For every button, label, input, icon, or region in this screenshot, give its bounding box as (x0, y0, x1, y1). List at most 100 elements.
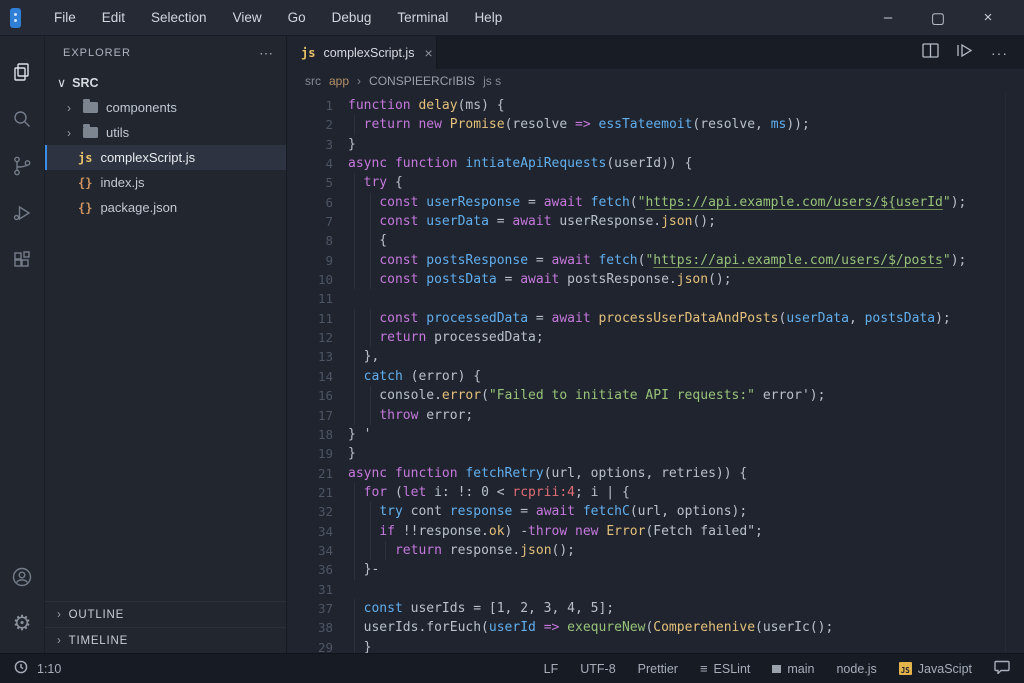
indent-guide (354, 560, 355, 579)
maximize-button[interactable]: ▢ (924, 9, 952, 27)
breadcrumb-segment[interactable]: src (305, 74, 321, 88)
run-debug-icon[interactable] (0, 189, 45, 236)
line-content: async function fetchRetry(url, options, … (348, 464, 747, 483)
tab-close-icon[interactable]: × (424, 45, 432, 61)
indent-guide (354, 173, 355, 192)
code-line[interactable]: 34 return response.json(); (287, 541, 1024, 560)
code-line[interactable]: 19} (287, 444, 1024, 463)
code-line[interactable]: 11 const processedData = await processUs… (287, 309, 1024, 328)
breadcrumb-segment[interactable]: app (329, 74, 349, 88)
line-number: 31 (287, 580, 333, 599)
source-control-icon[interactable] (0, 142, 45, 189)
explorer-icon[interactable] (0, 48, 45, 95)
code-line[interactable]: 29 } (287, 638, 1024, 653)
branch-square-icon (772, 665, 781, 673)
indent-guide (370, 270, 371, 289)
tree-item-complexscript-js[interactable]: jscomplexScript.js (45, 145, 286, 170)
code-line[interactable]: 10 const postsData = await postsResponse… (287, 270, 1024, 289)
line-content: userIds.forEuch(userId => exequreNew(Com… (348, 618, 833, 637)
code-line[interactable]: 32 try cont response = await fetchC(url,… (287, 502, 1024, 521)
line-number: 36 (287, 560, 333, 579)
code-line[interactable]: 11 (287, 289, 1024, 308)
status-javascipt[interactable]: JSJavaScipt (899, 662, 972, 676)
tree-item-package-json[interactable]: {}package.json (45, 195, 286, 220)
tree-item-utils[interactable]: ›utils (45, 120, 286, 145)
code-line[interactable]: 18} ' (287, 425, 1024, 444)
extensions-icon[interactable] (0, 236, 45, 283)
status-utf-8[interactable]: UTF-8 (580, 662, 615, 676)
menu-go[interactable]: Go (275, 10, 319, 25)
code-line[interactable]: 21 for (let i: !: 0 < rcprii:4; i | { (287, 483, 1024, 502)
json-braces-icon: {} (78, 176, 92, 190)
code-line[interactable]: 2 return new Promise(resolve => essTatee… (287, 115, 1024, 134)
code-line[interactable]: 3} (287, 135, 1024, 154)
panel-timeline[interactable]: ›TIMELINE (45, 627, 286, 653)
indent-guide (354, 193, 355, 212)
code-line[interactable]: 5 try { (287, 173, 1024, 192)
menu-selection[interactable]: Selection (138, 10, 220, 25)
code-line[interactable]: 7 const userData = await userResponse.js… (287, 212, 1024, 231)
code-line[interactable]: 21async function fetchRetry(url, options… (287, 464, 1024, 483)
code-line[interactable]: 1function delay(ms) { (287, 96, 1024, 115)
code-line[interactable]: 36 }- (287, 560, 1024, 579)
tree-root-src[interactable]: ∨ SRC (45, 70, 286, 95)
editor-more-icon[interactable]: ··· (991, 45, 1008, 61)
code-line[interactable]: 6 const userResponse = await fetch("http… (287, 193, 1024, 212)
indent-guide (354, 406, 355, 425)
code-line[interactable]: 34 if !!response.ok) -throw new Error(Fe… (287, 522, 1024, 541)
code-line[interactable]: 38 userIds.forEuch(userId => exequreNew(… (287, 618, 1024, 637)
explorer-more-icon[interactable]: ⋯ (259, 45, 274, 62)
code-line[interactable]: 13 }, (287, 347, 1024, 366)
code-line[interactable]: 16 console.error("Failed to initiate API… (287, 386, 1024, 405)
code-line[interactable]: 37 const userIds = [1, 2, 3, 4, 5]; (287, 599, 1024, 618)
code-line[interactable]: 14 catch (error) { (287, 367, 1024, 386)
status-label: UTF-8 (580, 662, 615, 676)
line-number: 17 (287, 406, 333, 425)
activity-bar-bottom: ⚙ (0, 553, 45, 653)
code-line[interactable]: 12 return processedData; (287, 328, 1024, 347)
status-feedback[interactable] (994, 660, 1010, 677)
code-line[interactable]: 31 (287, 580, 1024, 599)
app-logo-icon (10, 8, 21, 28)
menu-terminal[interactable]: Terminal (384, 10, 461, 25)
menu-edit[interactable]: Edit (89, 10, 138, 25)
tab-complexscript[interactable]: js complexScript.js × (287, 36, 437, 69)
status-label: ESLint (714, 662, 751, 676)
status-node-js[interactable]: node.js (836, 662, 876, 676)
code-line[interactable]: 4async function intiateApiRequests(userI… (287, 154, 1024, 173)
breadcrumb[interactable]: srcapp › CONSPIEERCrIBIS js s (287, 69, 1024, 93)
run-file-icon[interactable] (956, 43, 974, 63)
status-prettier[interactable]: Prettier (638, 662, 678, 676)
code-line[interactable]: 9 const postsResponse = await fetch("htt… (287, 251, 1024, 270)
split-editor-icon[interactable] (922, 43, 939, 63)
menu-file[interactable]: File (41, 10, 89, 25)
status-main[interactable]: main (772, 662, 814, 676)
settings-gear-icon[interactable]: ⚙ (0, 600, 45, 647)
breadcrumb-segment[interactable]: › (357, 74, 361, 88)
status-right: LF UTF-8 Prettier ≡ESLint main node.js JSJavaS… (544, 660, 1010, 677)
status-left[interactable]: 1:10 (14, 660, 61, 677)
status-lf[interactable]: LF (544, 662, 559, 676)
cursor-position[interactable]: 1:10 (37, 662, 61, 676)
account-icon[interactable] (0, 553, 45, 600)
code-area[interactable]: 1function delay(ms) {2 return new Promis… (287, 93, 1024, 653)
menu-view[interactable]: View (220, 10, 275, 25)
indent-guide (354, 251, 355, 270)
menu-help[interactable]: Help (461, 10, 515, 25)
code-line[interactable]: 17 throw error; (287, 406, 1024, 425)
code-line[interactable]: 8 { (287, 231, 1024, 250)
menu-debug[interactable]: Debug (319, 10, 385, 25)
panel-outline[interactable]: ›OUTLINE (45, 601, 286, 627)
status-eslint[interactable]: ≡ESLint (700, 661, 750, 676)
breadcrumb-segment[interactable]: js s (483, 74, 501, 88)
minimize-button[interactable]: – (874, 9, 902, 26)
close-button[interactable]: × (974, 9, 1002, 26)
javascript-icon: JS (899, 662, 912, 675)
search-icon[interactable] (0, 95, 45, 142)
breadcrumb-segment[interactable]: CONSPIEERCrIBIS (369, 74, 475, 88)
line-number: 34 (287, 522, 333, 541)
tree-item-components[interactable]: ›components (45, 95, 286, 120)
indent-guide (354, 270, 355, 289)
line-content: } ' (348, 425, 371, 444)
tree-item-index-js[interactable]: {}index.js (45, 170, 286, 195)
